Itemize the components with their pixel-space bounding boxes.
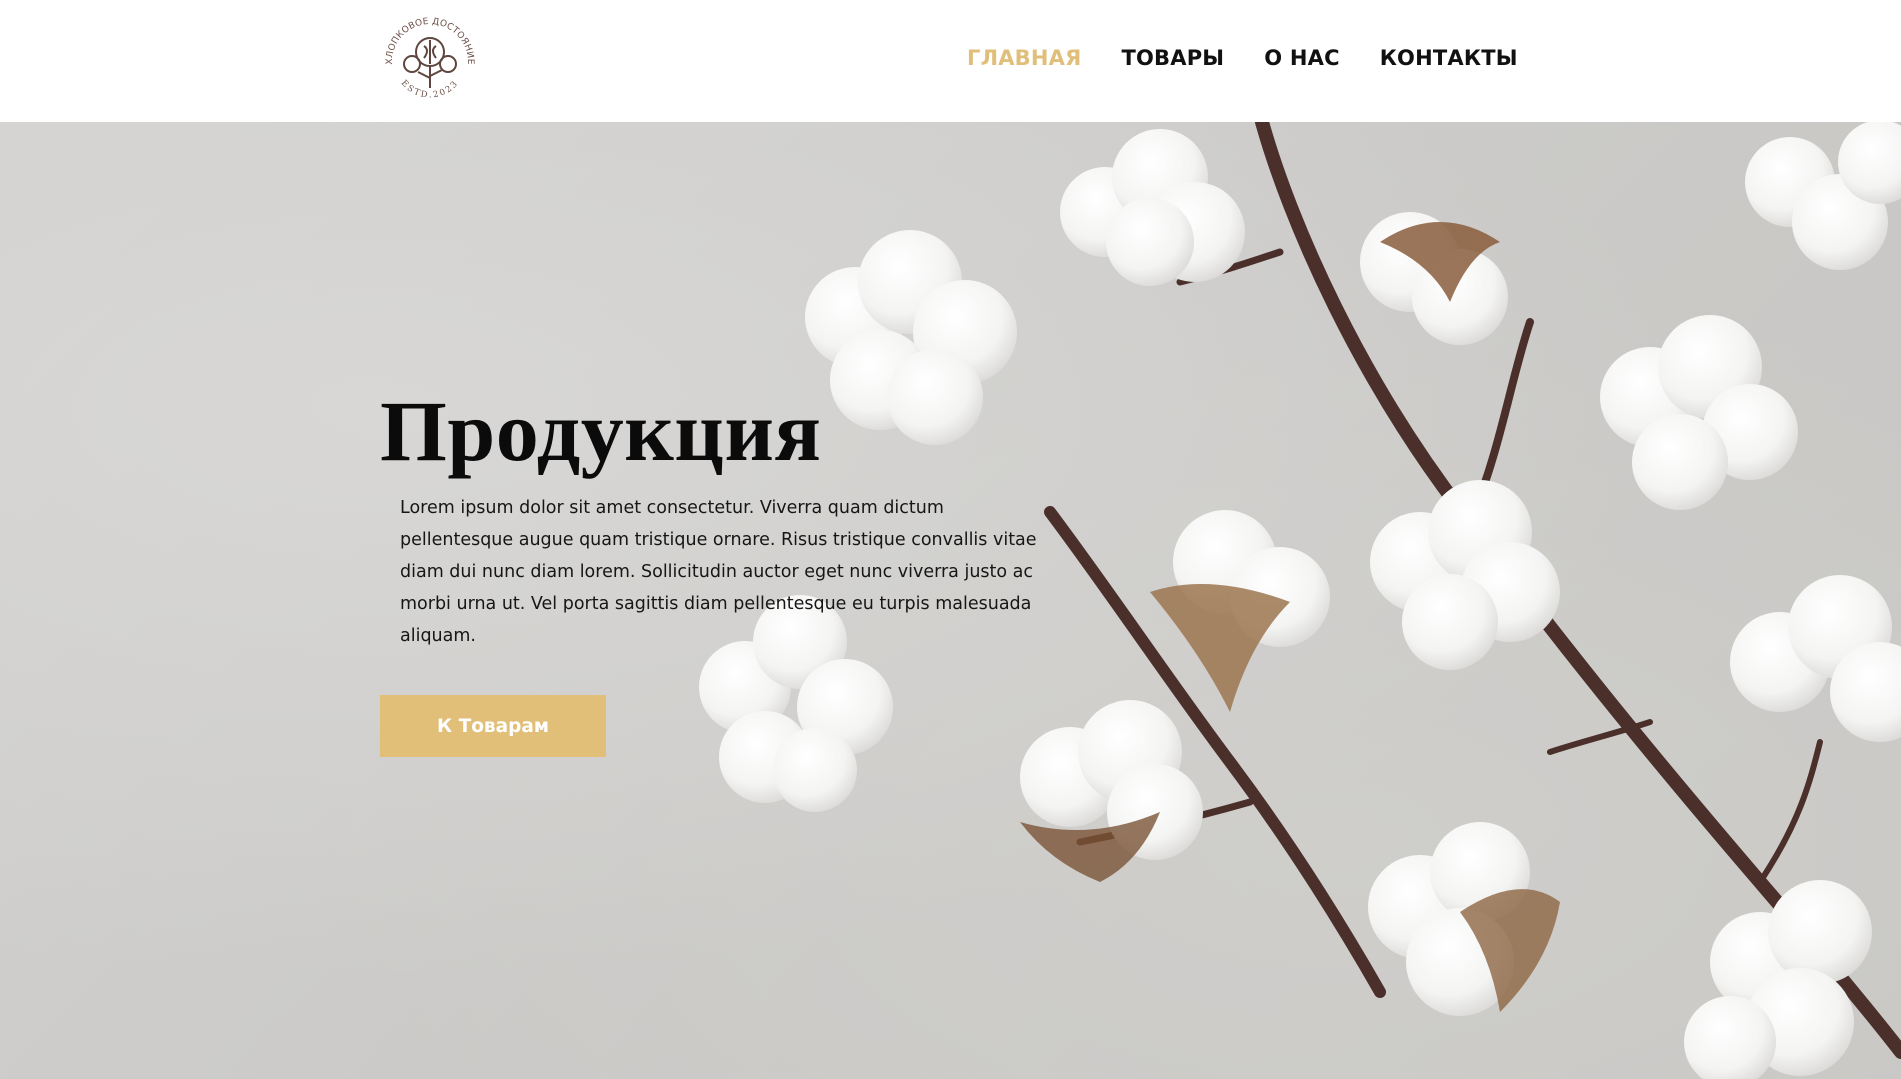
nav-item-about[interactable]: О НАС	[1264, 46, 1339, 70]
cotton-branch-icon: ХЛОПКОВОЕ ДОСТОЯНИЕ ESTD.2023	[385, 17, 475, 101]
site-header: ХЛОПКОВОЕ ДОСТОЯНИЕ ESTD.2023 ГЛАВНАЯ ТО…	[0, 0, 1901, 122]
brand-logo[interactable]: ХЛОПКОВОЕ ДОСТОЯНИЕ ESTD.2023	[380, 6, 480, 112]
hero-description: Lorem ipsum dolor sit amet consectetur. …	[400, 498, 1037, 646]
to-products-button[interactable]: К Товарам	[380, 695, 606, 757]
main-nav: ГЛАВНАЯ ТОВАРЫ О НАС КОНТАКТЫ	[967, 46, 1518, 70]
nav-item-products[interactable]: ТОВАРЫ	[1121, 46, 1224, 70]
hero-section: Продукция Lorem ipsum dolor sit amet con…	[0, 122, 1901, 1079]
nav-item-contacts[interactable]: КОНТАКТЫ	[1380, 46, 1518, 70]
page-title: Продукция	[380, 383, 822, 479]
nav-item-home[interactable]: ГЛАВНАЯ	[967, 46, 1081, 70]
